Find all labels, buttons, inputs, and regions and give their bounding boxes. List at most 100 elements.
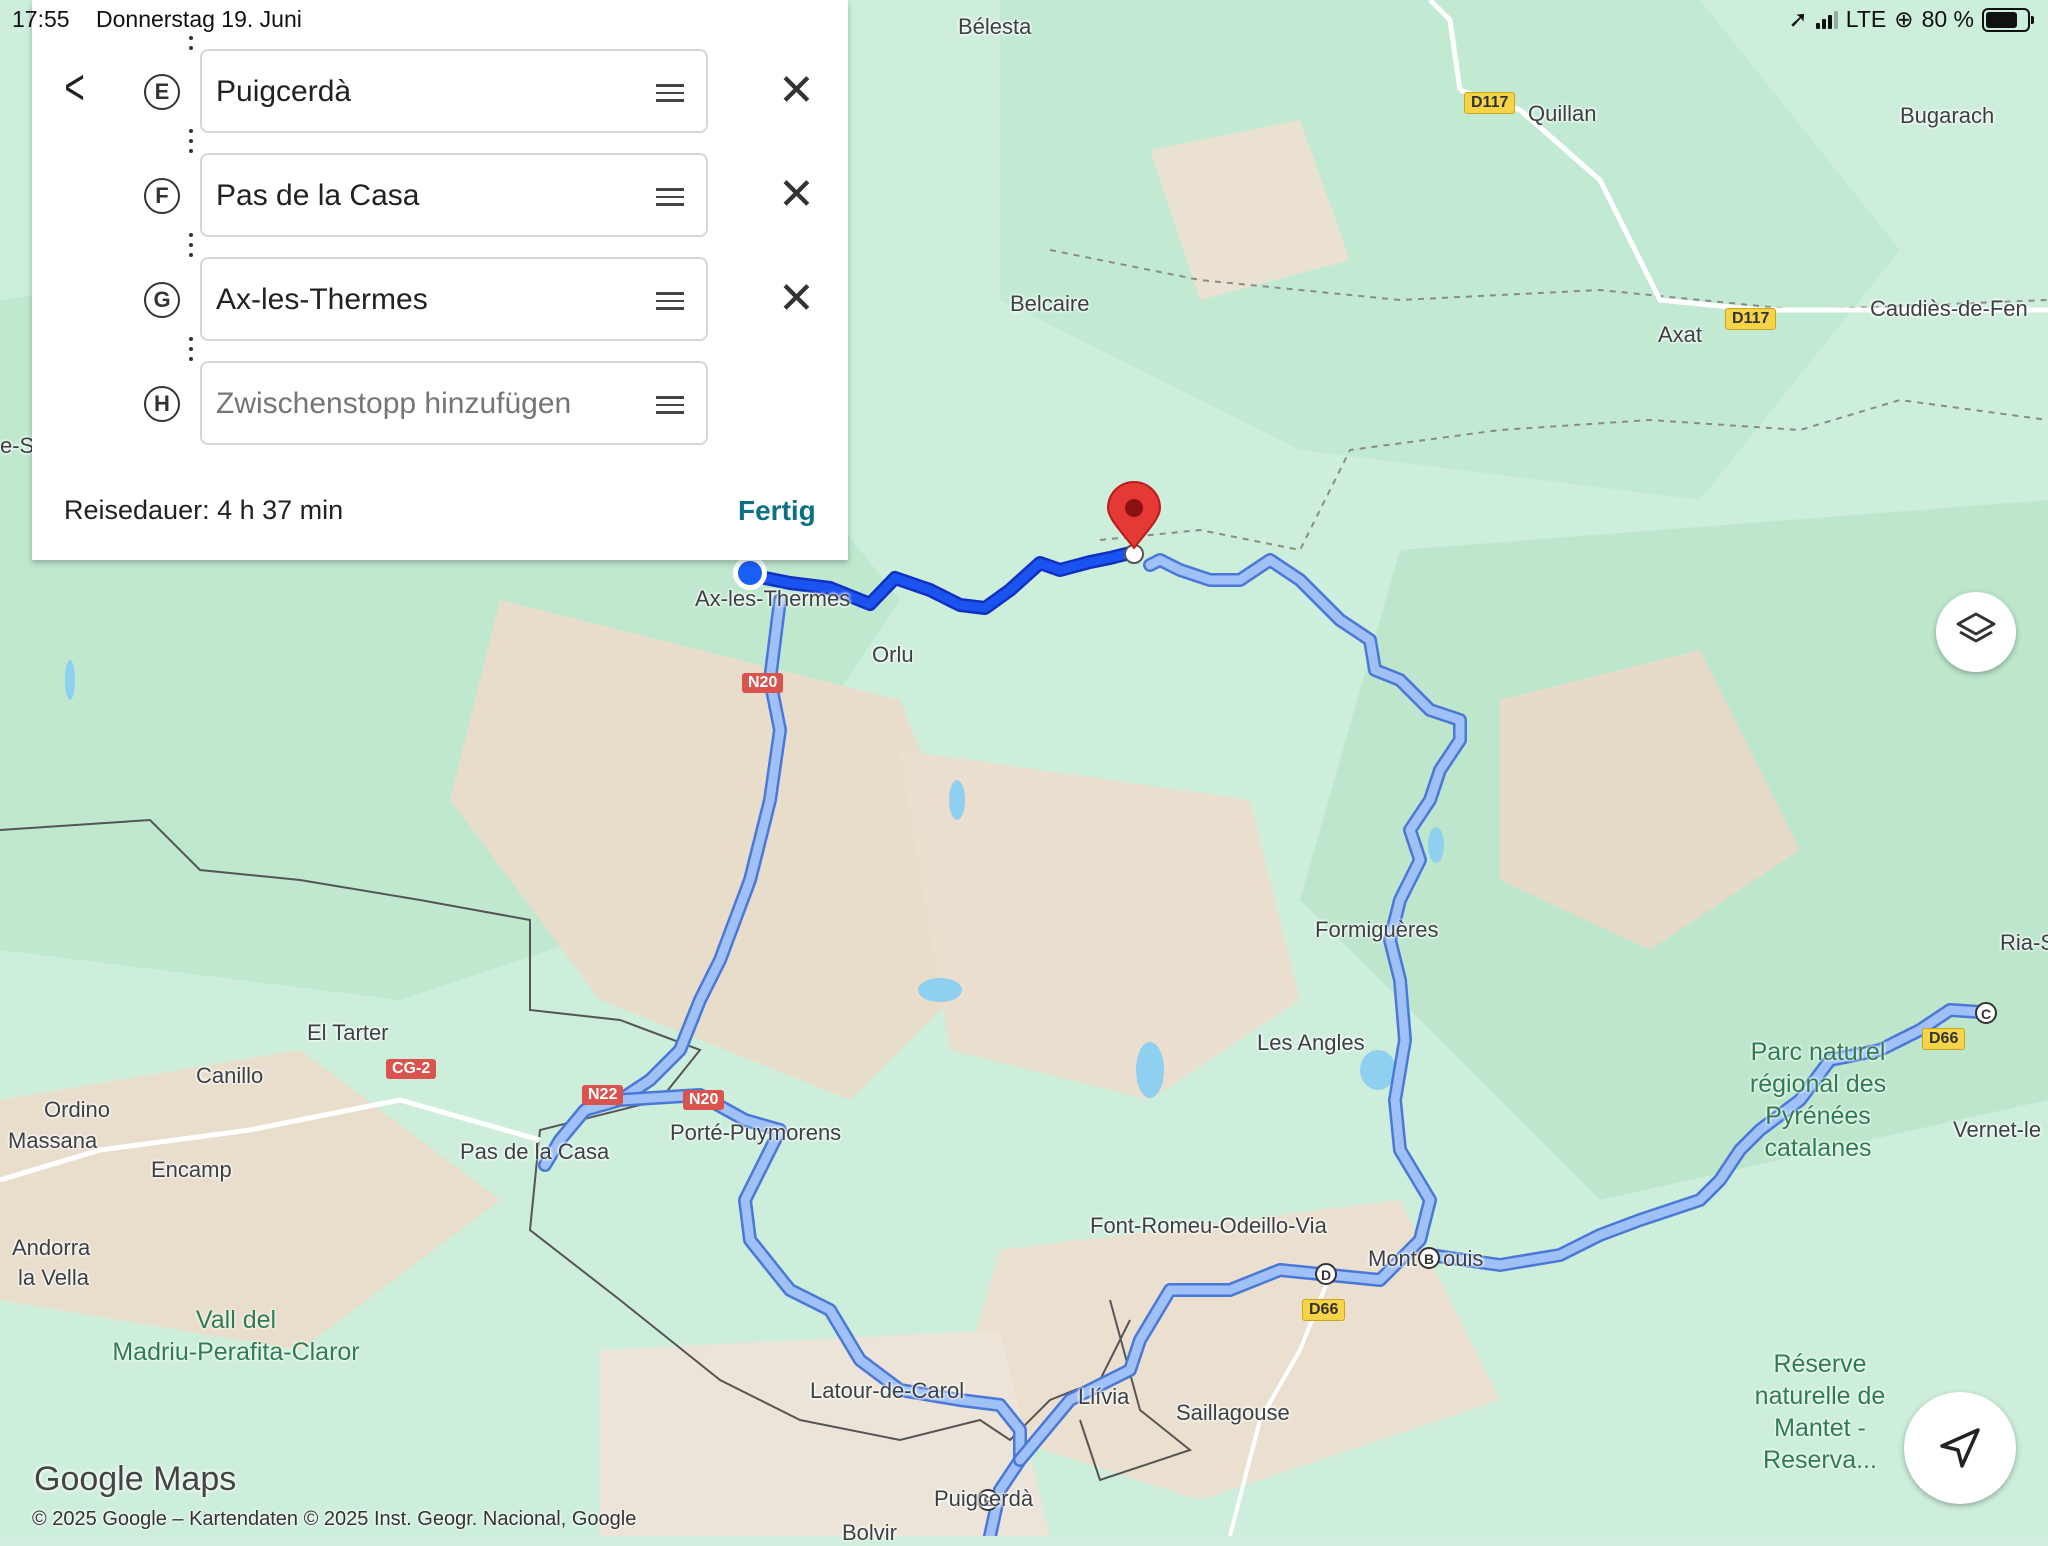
place-label: Saillagouse: [1176, 1400, 1290, 1425]
google-maps-logo: Google Maps: [34, 1460, 237, 1498]
place-label: Belcaire: [1010, 291, 1090, 316]
place-label: Vernet-le: [1953, 1117, 2042, 1142]
park-label-mantet: Réserve naturelle de Mantet - Reserva...: [1720, 1348, 1920, 1476]
place-label: Porté-Puymorens: [670, 1120, 842, 1145]
place-label: ouis: [1443, 1246, 1484, 1271]
stop-field-value: Puigcerdà: [216, 75, 352, 108]
park-label-line: régional des: [1749, 1070, 1887, 1098]
battery-fill: [1986, 11, 2017, 28]
signal-icon: [1815, 10, 1838, 29]
place-label: Encamp: [151, 1157, 232, 1182]
status-bar: 17:55 Donnerstag 19. Juni ➚ LTE ⊕ 80 %: [0, 0, 2048, 38]
layers-icon: [1956, 612, 1996, 643]
stop-letter-badge: F: [144, 178, 180, 214]
place-label: Ria-S: [2000, 930, 2048, 955]
park-label-line: Madriu-Perafita-Claror: [112, 1338, 360, 1366]
waypoint-marker-b[interactable]: B: [1418, 1247, 1440, 1269]
park-label-line: Réserve: [1773, 1350, 1867, 1378]
stop-letter-badge: H: [144, 386, 180, 422]
waypoint-marker-c-label: C: [1981, 1006, 1991, 1022]
place-label: Les Angles: [1257, 1030, 1365, 1055]
park-label-line: naturelle de: [1754, 1382, 1886, 1410]
place-label: Bolvir: [842, 1520, 898, 1545]
network-label: LTE: [1845, 6, 1887, 32]
stop-letter-badge: E: [144, 74, 180, 110]
road-shield: CG-2: [386, 1059, 437, 1079]
stop-field-e[interactable]: Puigcerdà: [200, 49, 708, 133]
stop-row-e: E Puigcerdà ✕: [32, 49, 848, 133]
park-label-vall-del-madriu: Vall del Madriu-Perafita-Claror: [96, 1304, 376, 1368]
place-label: Pas de la Casa: [460, 1139, 610, 1164]
place-label: Puigcerdà: [934, 1486, 1034, 1511]
map-attribution[interactable]: © 2025 Google – Kartendaten © 2025 Inst.…: [32, 1508, 636, 1531]
road-shield: D66: [1922, 1028, 1966, 1050]
road-shield: D117: [1725, 308, 1777, 330]
orientation-lock-icon: ⊕: [1894, 6, 1914, 32]
stop-field-value: Pas de la Casa: [216, 179, 420, 212]
battery-percent: 80 %: [1921, 6, 1974, 32]
add-stop-field[interactable]: Zwischenstopp hinzufügen: [200, 361, 708, 445]
stop-field-value: Ax-les-Thermes: [216, 283, 428, 316]
navigation-button[interactable]: [1904, 1392, 2016, 1504]
place-label: Ordino: [44, 1097, 111, 1122]
place-label: El Tarter: [307, 1020, 389, 1045]
status-date: Donnerstag 19. Juni: [96, 6, 302, 32]
place-label: Bugarach: [1900, 103, 1995, 128]
place-label: Latour-de-Carol: [810, 1378, 965, 1403]
place-label: e-S: [0, 433, 35, 458]
waypoint-marker-d-label: D: [1321, 1267, 1331, 1283]
place-label: Mont: [1368, 1246, 1417, 1271]
place-label: Orlu: [872, 642, 914, 667]
place-label: Canillo: [196, 1063, 264, 1088]
road-shield: D66: [1302, 1299, 1346, 1321]
current-location-icon: [733, 556, 767, 590]
road-shield: N22: [582, 1085, 624, 1105]
road-shield: D117: [1464, 92, 1516, 114]
battery-icon: [1982, 7, 2034, 32]
park-label-line: Vall del: [195, 1306, 277, 1334]
drag-handle-icon[interactable]: [656, 396, 684, 419]
travel-duration: Reisedauer: 4 h 37 min: [64, 495, 344, 525]
close-icon[interactable]: ✕: [778, 173, 815, 217]
place-label: Llívia: [1078, 1384, 1130, 1409]
road-shield: N20: [742, 673, 784, 693]
drag-handle-icon[interactable]: [656, 84, 684, 107]
place-label: Quillan: [1528, 101, 1597, 126]
stop-row-f: F Pas de la Casa ✕: [32, 153, 848, 237]
done-button[interactable]: Fertig: [738, 495, 816, 527]
layers-button[interactable]: [1936, 592, 2016, 672]
drag-handle-icon[interactable]: [656, 292, 684, 315]
stop-field-g[interactable]: Ax-les-Thermes: [200, 257, 708, 341]
stop-field-f[interactable]: Pas de la Casa: [200, 153, 708, 237]
location-arrow-icon: ➚: [1788, 6, 1808, 32]
waypoint-marker-d[interactable]: D: [1315, 1263, 1337, 1285]
drag-handle-icon[interactable]: [656, 188, 684, 211]
road-shield: N20: [683, 1090, 725, 1110]
stop-row-h: H Zwischenstopp hinzufügen: [32, 361, 848, 445]
waypoint-marker-c[interactable]: C: [1975, 1002, 1997, 1024]
close-icon[interactable]: ✕: [778, 69, 815, 113]
place-label: Massana: [8, 1128, 98, 1153]
place-label: la Vella: [18, 1265, 89, 1290]
stop-letter-badge: G: [144, 282, 180, 318]
park-label-line: Parc naturel: [1750, 1038, 1886, 1066]
park-label-line: catalanes: [1764, 1134, 1872, 1162]
place-label: Axat: [1658, 322, 1703, 347]
place-label: Caudiès-de-Fen: [1870, 296, 2028, 321]
navigation-arrow-icon: [1940, 1428, 1980, 1468]
status-time: 17:55: [12, 6, 70, 32]
status-right: ➚ LTE ⊕ 80 %: [1788, 6, 2034, 33]
park-label-pyrenees-catalanes: Parc naturel régional des Pyrénées catal…: [1720, 1036, 1916, 1164]
park-label-line: Pyrénées: [1765, 1102, 1871, 1130]
place-label: Ax-les-Thermes: [695, 586, 851, 611]
park-label-line: Reserva...: [1763, 1446, 1877, 1474]
place-label: Andorra: [12, 1235, 91, 1260]
stop-row-g: G Ax-les-Thermes ✕: [32, 257, 848, 341]
close-icon[interactable]: ✕: [778, 277, 815, 321]
waypoint-marker-b-label: B: [1424, 1251, 1434, 1267]
add-stop-placeholder: Zwischenstopp hinzufügen: [216, 387, 572, 420]
route-panel: < E Puigcerdà ✕ F Pas de la Casa ✕ G Ax-…: [32, 0, 848, 560]
place-label: Formiguères: [1315, 917, 1439, 942]
park-label-line: Mantet -: [1774, 1414, 1866, 1442]
place-label: Font-Romeu-Odeillo-Via: [1090, 1213, 1327, 1238]
